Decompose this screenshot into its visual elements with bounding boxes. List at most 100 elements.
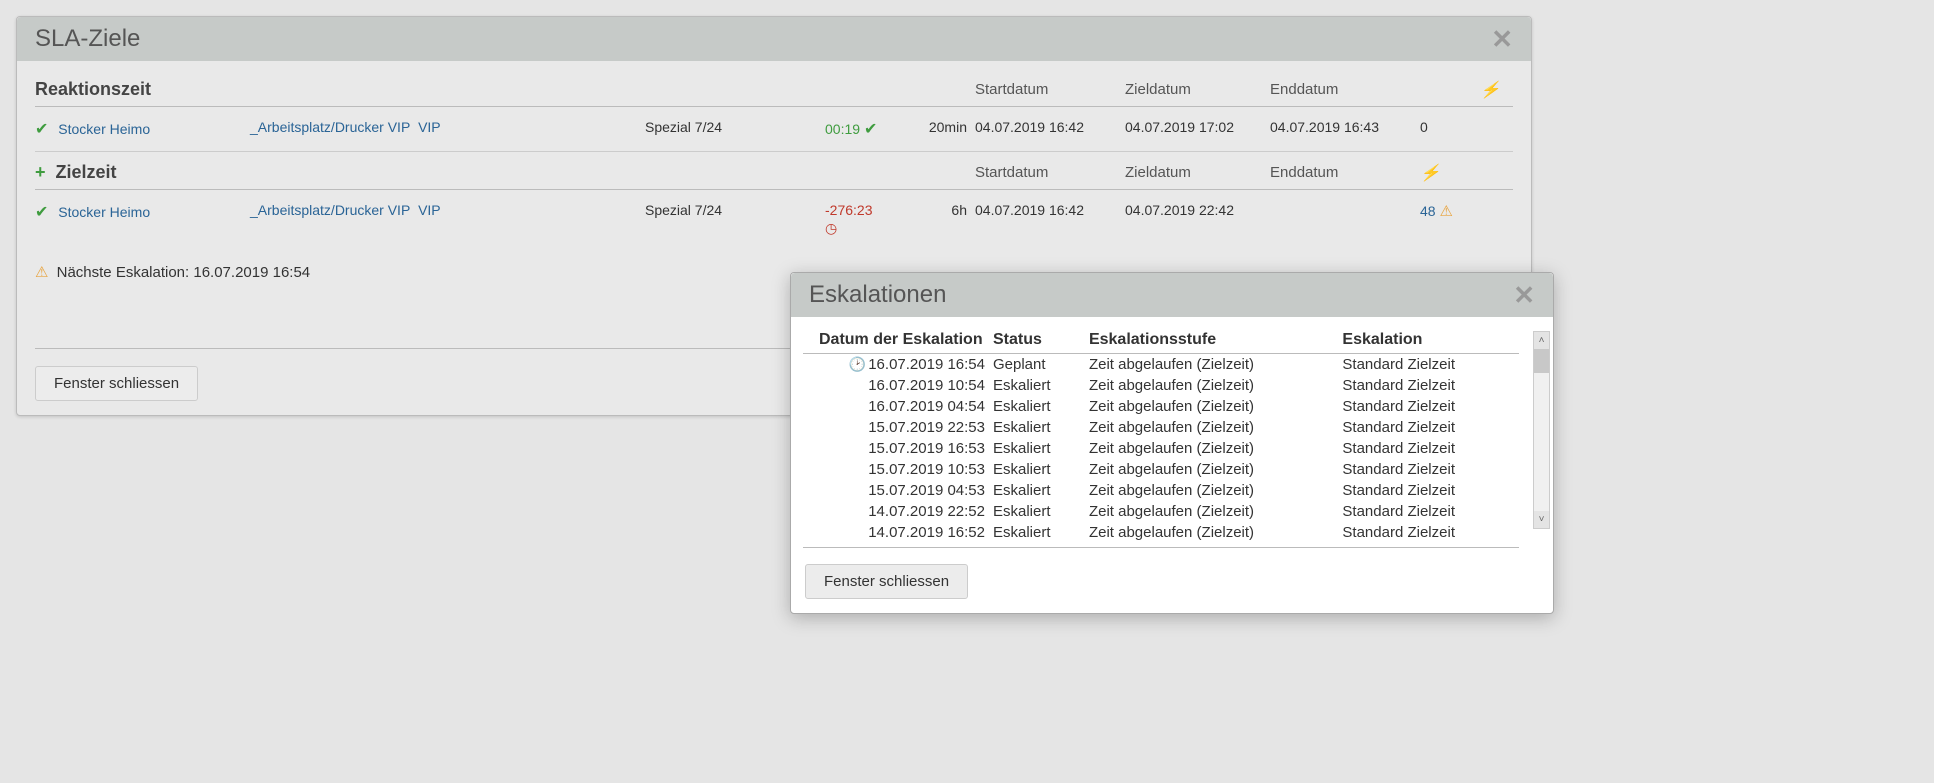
next-escalation-text: Nächste Eskalation: 16.07.2019 16:54 [57,264,311,281]
reaction-category: _Arbeitsplatz/Drucker VIP VIP [250,119,645,135]
cell-esc: Standard Zielzeit [1342,501,1519,522]
goal-elapsed: -276:23 ◷ [825,202,925,237]
modal-header: Eskalationen ✕ [791,273,1553,317]
reaction-heading-label: Reaktionszeit [35,79,151,100]
cell-esc: Standard Zielzeit [1342,480,1519,501]
overdue-clock-icon: ◷ [825,220,925,237]
close-icon[interactable]: ✕ [1491,26,1513,52]
cell-level: Zeit abgelaufen (Zielzeit) [1089,480,1342,501]
cell-status: Eskaliert [993,438,1089,459]
table-row[interactable]: 🕑16.07.2019 16:54GeplantZeit abgelaufen … [803,354,1519,376]
goal-start: 04.07.2019 16:42 [975,202,1125,218]
cell-esc: Standard Zielzeit [1342,522,1519,548]
modal-footer: Fenster schliessen [791,554,1553,613]
goal-row: ✔ Stocker Heimo _Arbeitsplatz/Drucker VI… [35,190,1513,249]
warning-icon: ⚠ [1439,203,1452,220]
warning-icon-2: ⚠ [35,264,48,281]
modal-title: Eskalationen [809,281,946,309]
cell-date: 🕑16.07.2019 16:54 [803,354,993,376]
cell-date: 16.07.2019 04:54 [803,396,993,417]
table-row[interactable]: 16.07.2019 10:54EskaliertZeit abgelaufen… [803,375,1519,396]
cell-level: Zeit abgelaufen (Zielzeit) [1089,459,1342,480]
escalations-modal: Eskalationen ✕ Datum der Eskalation Stat… [790,272,1554,614]
elapsed-value-red: -276:23 [825,202,872,218]
table-row[interactable]: 15.07.2019 10:53EskaliertZeit abgelaufen… [803,459,1519,480]
elapsed-value: 00:19 [825,121,860,137]
col-startdate-2: Startdatum [975,164,1125,181]
goal-category: _Arbeitsplatz/Drucker VIP VIP [250,202,645,218]
sla-panel-title: SLA-Ziele [35,25,140,53]
cell-esc: Standard Zielzeit [1342,417,1519,438]
check-icon-small: ✔ [864,121,877,138]
plus-icon[interactable]: + [35,162,46,183]
cell-esc: Standard Zielzeit [1342,459,1519,480]
col-esc-status: Status [993,327,1089,354]
table-row[interactable]: 15.07.2019 16:53EskaliertZeit abgelaufen… [803,438,1519,459]
scroll-up-icon[interactable]: ˄ [1534,332,1549,349]
col-enddate-2: Enddatum [1270,164,1420,181]
goal-count-cell: 48 ⚠ [1420,202,1480,220]
table-row[interactable]: 14.07.2019 16:52EskaliertZeit abgelaufen… [803,522,1519,548]
check-icon: ✔ [35,121,48,138]
col-targetdate-2: Zieldatum [1125,164,1270,181]
col-esc-level: Eskalationsstufe [1089,327,1342,354]
goal-header-row: + Zielzeit Startdatum Zieldatum Enddatum… [35,152,1513,190]
col-targetdate[interactable]: Zieldatum [1125,81,1270,98]
cell-status: Geplant [993,354,1089,376]
reaction-header-row: Reaktionszeit Startdatum Zieldatum Endda… [35,69,1513,107]
cell-date: 14.07.2019 16:52 [803,522,993,548]
cell-level: Zeit abgelaufen (Zielzeit) [1089,375,1342,396]
reaction-person: ✔ Stocker Heimo [35,119,250,139]
cell-date: 14.07.2019 22:52 [803,501,993,522]
category-link[interactable]: _Arbeitsplatz/Drucker VIP [250,119,410,135]
modal-body: Datum der Eskalation Status Eskalationss… [791,317,1553,554]
table-row[interactable]: 15.07.2019 22:53EskaliertZeit abgelaufen… [803,417,1519,438]
goal-limit: 6h [925,202,975,218]
cell-date: 15.07.2019 16:53 [803,438,993,459]
col-startdate: Startdatum [975,81,1125,98]
bolt-icon: ⚡ [1480,80,1513,100]
vip-tag[interactable]: VIP [418,119,441,135]
table-row[interactable]: 15.07.2019 04:53EskaliertZeit abgelaufen… [803,480,1519,501]
cell-esc: Standard Zielzeit [1342,375,1519,396]
reaction-heading: Reaktionszeit [35,79,975,100]
cell-level: Zeit abgelaufen (Zielzeit) [1089,417,1342,438]
goal-heading: + Zielzeit [35,162,975,183]
cell-level: Zeit abgelaufen (Zielzeit) [1089,396,1342,417]
person-link-2[interactable]: Stocker Heimo [58,204,150,220]
scroll-thumb[interactable] [1534,349,1549,373]
cell-status: Eskaliert [993,396,1089,417]
modal-close-button[interactable]: Fenster schliessen [805,564,968,599]
cell-status: Eskaliert [993,375,1089,396]
scrollbar[interactable]: ˄ ˅ [1533,331,1550,529]
col-esc-date: Datum der Eskalation [803,327,993,354]
cell-status: Eskaliert [993,459,1089,480]
cell-date: 15.07.2019 10:53 [803,459,993,480]
goal-person: ✔ Stocker Heimo [35,202,250,222]
cell-date: 15.07.2019 04:53 [803,480,993,501]
reaction-limit: 20min [925,119,975,135]
clock-icon: 🕑 [849,356,866,372]
cell-status: Eskaliert [993,501,1089,522]
reaction-schedule: Spezial 7/24 [645,119,825,135]
close-window-button[interactable]: Fenster schliessen [35,366,198,401]
table-row[interactable]: 16.07.2019 04:54EskaliertZeit abgelaufen… [803,396,1519,417]
cell-status: Eskaliert [993,522,1089,548]
cell-level: Zeit abgelaufen (Zielzeit) [1089,501,1342,522]
goal-heading-label: Zielzeit [56,162,117,183]
reaction-row: ✔ Stocker Heimo _Arbeitsplatz/Drucker VI… [35,107,1513,152]
modal-close-icon[interactable]: ✕ [1513,282,1535,308]
reaction-elapsed: 00:19 ✔ [825,119,925,139]
bolt-icon-2: ⚡ [1420,163,1480,183]
cell-date: 16.07.2019 10:54 [803,375,993,396]
vip-tag-2[interactable]: VIP [418,202,441,218]
cell-esc: Standard Zielzeit [1342,354,1519,376]
goal-schedule: Spezial 7/24 [645,202,825,218]
cell-level: Zeit abgelaufen (Zielzeit) [1089,354,1342,376]
scroll-down-icon[interactable]: ˅ [1534,511,1549,528]
person-link[interactable]: Stocker Heimo [58,121,150,137]
table-row[interactable]: 14.07.2019 22:52EskaliertZeit abgelaufen… [803,501,1519,522]
cell-level: Zeit abgelaufen (Zielzeit) [1089,438,1342,459]
category-link-2[interactable]: _Arbeitsplatz/Drucker VIP [250,202,410,218]
escalation-count-link[interactable]: 48 [1420,203,1436,219]
